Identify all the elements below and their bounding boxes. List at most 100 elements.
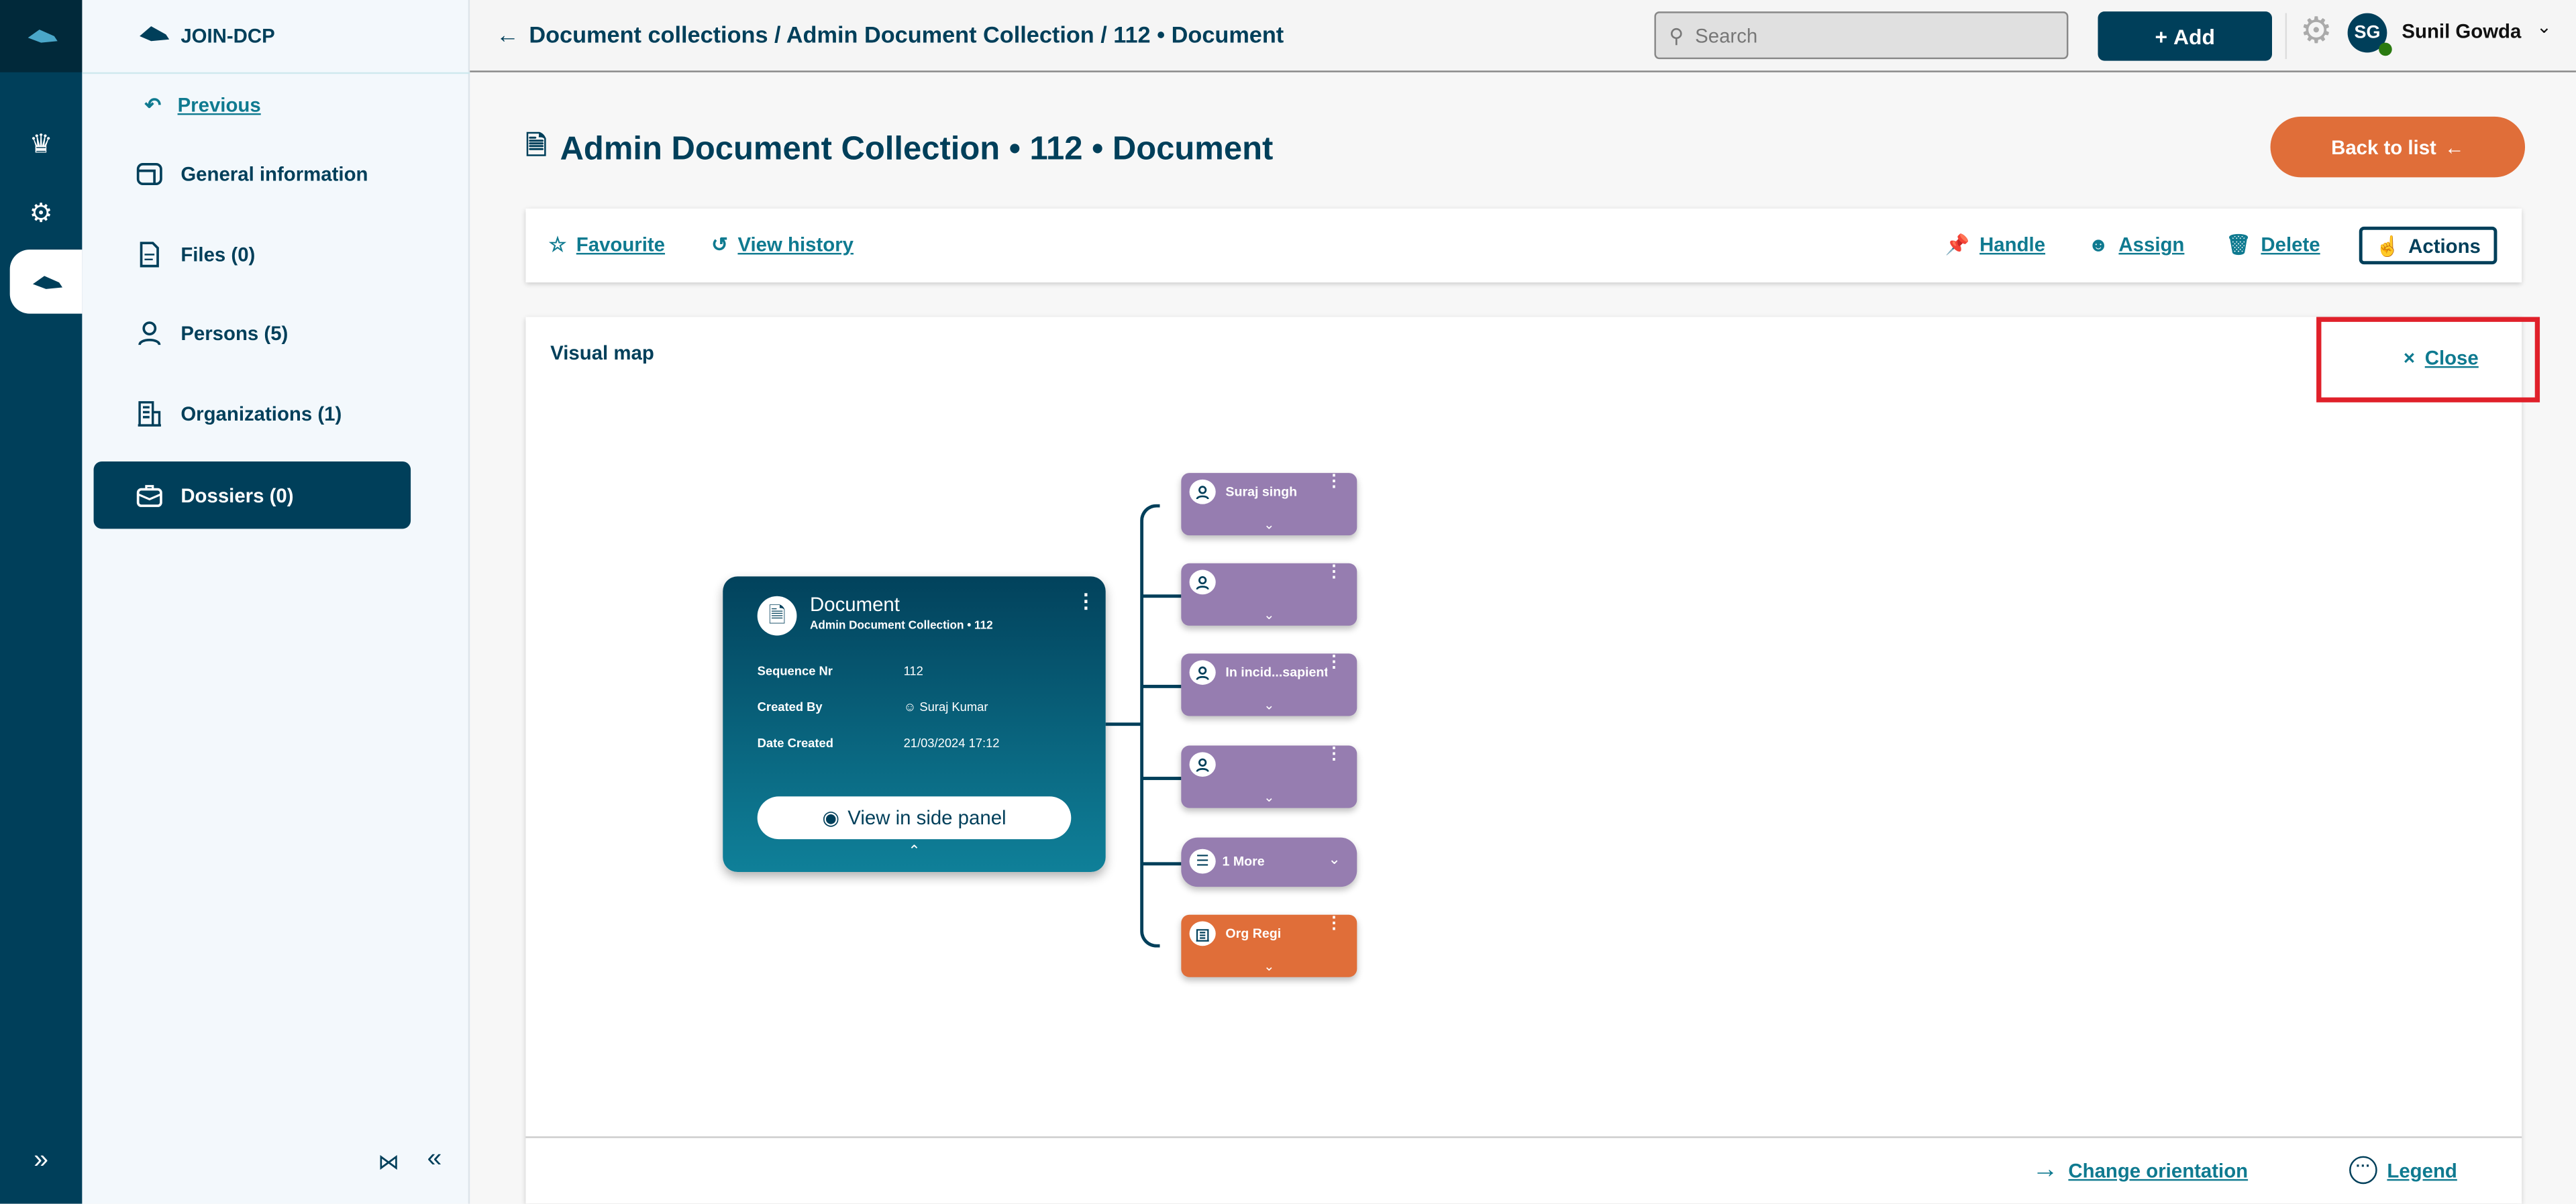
pin-icon[interactable]: ⋈ [378, 1150, 399, 1176]
pin-icon: 📌 [1945, 233, 1970, 256]
chevron-down-icon[interactable]: ⌄ [1181, 959, 1357, 974]
connector [1141, 777, 1182, 780]
sidebar-item-organizations[interactable]: Organizations (1) [135, 399, 342, 429]
assign-button[interactable]: ☻ Assign [2088, 233, 2185, 256]
node-label: Org Regi [1225, 926, 1282, 941]
field-label: Sequence Nr [757, 663, 833, 679]
app-rail [0, 0, 83, 1204]
sidebar-item-dossiers[interactable]: Dossiers (0) [93, 461, 411, 529]
more-icon[interactable]: ⋮ [1326, 747, 1342, 763]
document-icon: 🗎 [525, 133, 547, 161]
person-icon [1189, 569, 1216, 595]
window-icon [136, 162, 162, 186]
node-label: 1 More [1222, 854, 1265, 869]
online-status-icon [2379, 42, 2392, 56]
more-circle-icon: ··· [2349, 1156, 2377, 1185]
search-icon: ⚲ [1669, 23, 1684, 47]
node-label: Suraj singh [1225, 484, 1298, 500]
visual-map-title: Visual map [550, 341, 654, 365]
node-label: In incid...sapiente [1225, 665, 1328, 680]
organization-node[interactable]: Org Regi ⋮ ⌄ [1181, 914, 1357, 977]
sidebar-item-general[interactable]: General information [135, 159, 368, 188]
document-icon: 🗎 [757, 596, 797, 636]
visual-map-panel: Visual map × Close 🗎 Document Admin Docum… [525, 317, 2540, 1204]
connector [1141, 862, 1182, 866]
team-icon[interactable]: ♛ [0, 128, 82, 161]
node-title: Document [810, 592, 900, 616]
gear-icon[interactable]: ⚙ [2300, 10, 2332, 53]
more-icon[interactable]: ⋮ [1076, 590, 1096, 612]
touch-icon: ☝ [2375, 233, 2400, 258]
divider [2285, 13, 2287, 60]
person-node[interactable]: ⋮ ⌄ [1181, 563, 1357, 626]
handle-button[interactable]: 📌 Handle [1945, 233, 2045, 256]
favourite-button[interactable]: ☆ Favourite [549, 233, 665, 256]
briefcase-icon [136, 484, 162, 506]
chevron-down-icon[interactable]: ⌄ [2536, 16, 2552, 38]
field-value: Suraj Kumar [919, 699, 988, 715]
page-title: 🗎 Admin Document Collection • 112 • Docum… [525, 128, 1273, 172]
connector [1105, 722, 1142, 726]
sidebar-item-files[interactable]: Files (0) [135, 239, 255, 269]
more-icon[interactable]: ⋮ [1326, 474, 1342, 490]
view-in-side-panel-button[interactable]: ◉ View in side panel [757, 796, 1072, 840]
list-icon: ☰ [1189, 849, 1216, 874]
app-name: JOIN-DCP [181, 24, 275, 48]
chevron-down-icon[interactable]: ⌄ [1181, 698, 1357, 713]
close-button[interactable]: × Close [2404, 347, 2479, 370]
sidebar-item-persons[interactable]: Persons (5) [135, 319, 288, 348]
chevron-up-icon[interactable]: ⌃ [723, 842, 1105, 861]
chevron-down-icon[interactable]: ⌄ [1328, 851, 1340, 869]
connector [1140, 504, 1160, 948]
arrow-left-icon: ← [2444, 135, 2465, 159]
rail-logo[interactable] [0, 0, 83, 72]
field-value: 21/03/2024 17:12 [903, 735, 1000, 751]
rail-item-dcp[interactable] [9, 250, 83, 314]
back-arrow-icon[interactable]: ← [496, 21, 519, 48]
breadcrumb[interactable]: ← Document collections / Admin Document C… [496, 21, 1284, 48]
delete-button[interactable]: 🗑 Delete [2226, 233, 2320, 256]
person-node[interactable]: Suraj singh ⋮ ⌄ [1181, 473, 1357, 536]
eye-icon: ◉ [822, 806, 840, 830]
person-node[interactable]: ⋮ ⌄ [1181, 745, 1357, 808]
actions-button[interactable]: ☝ Actions [2359, 226, 2497, 265]
connector [1141, 594, 1182, 598]
document-node[interactable]: 🗎 Document Admin Document Collection • 1… [723, 576, 1106, 873]
person-icon: ☺ [903, 699, 920, 715]
search-input[interactable]: ⚲ Search [1654, 11, 2069, 60]
settings-gears-icon[interactable]: ⚙ [0, 197, 82, 230]
collapse-icon[interactable]: « [427, 1144, 442, 1174]
node-subtitle: Admin Document Collection • 112 [810, 620, 993, 633]
user-name[interactable]: Sunil Gowda [2402, 19, 2521, 42]
change-orientation-button[interactable]: → Change orientation [2032, 1156, 2249, 1186]
close-icon: × [2403, 346, 2416, 370]
previous-link[interactable]: ↶ Previous [144, 94, 260, 117]
field-label: Date Created [757, 735, 833, 751]
sidebar: JOIN-DCP ↶ Previous General information F… [82, 0, 470, 1204]
chevron-down-icon[interactable]: ⌄ [1181, 790, 1357, 805]
plus-icon: + [2155, 23, 2174, 49]
star-icon: ☆ [548, 233, 567, 256]
expand-icon[interactable]: » [0, 1146, 82, 1176]
field-value: 112 [903, 663, 923, 679]
person-icon [1189, 479, 1216, 504]
top-bar: ← Document collections / Admin Document C… [470, 0, 2576, 72]
person-node[interactable]: In incid...sapiente ⋮ ⌄ [1181, 653, 1357, 716]
chevron-down-icon[interactable]: ⌄ [1181, 517, 1357, 532]
back-to-list-button[interactable]: Back to list ← [2270, 116, 2526, 178]
chevron-down-icon[interactable]: ⌄ [1181, 608, 1357, 622]
more-icon[interactable]: ⋮ [1326, 564, 1342, 580]
more-icon[interactable]: ⋮ [1326, 655, 1342, 671]
assign-user-icon: ☻ [2088, 233, 2109, 256]
more-node[interactable]: ☰ 1 More ⌄ [1181, 837, 1357, 887]
person-icon [138, 321, 161, 345]
sidebar-header: JOIN-DCP [82, 0, 470, 74]
undo-icon: ↶ [144, 93, 162, 117]
divider [525, 1136, 2522, 1138]
view-history-button[interactable]: ↺ View history [711, 233, 854, 256]
field-label: Created By [757, 699, 823, 715]
more-icon[interactable]: ⋮ [1326, 916, 1342, 932]
person-icon [1189, 752, 1216, 777]
legend-button[interactable]: ··· Legend [2349, 1156, 2457, 1185]
add-button[interactable]: + Add [2098, 11, 2272, 61]
